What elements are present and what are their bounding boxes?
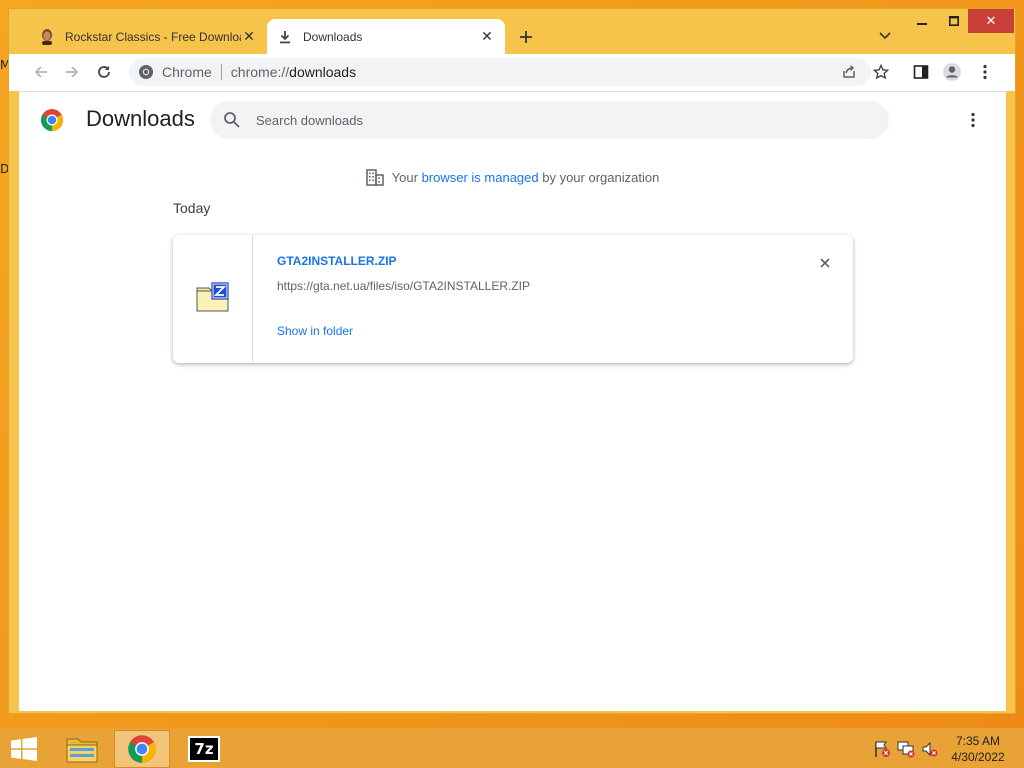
- site-label: Chrome: [162, 64, 212, 80]
- minimize-icon[interactable]: [906, 9, 938, 33]
- clock-date: 4/30/2022: [951, 750, 1005, 764]
- search-input[interactable]: [256, 112, 856, 128]
- close-icon[interactable]: ✕: [968, 9, 1014, 33]
- browser-managed-link[interactable]: browser is managed: [422, 170, 539, 185]
- chrome-logo-icon: [40, 108, 64, 132]
- address-bar[interactable]: Chrome chrome://downloads: [129, 58, 871, 86]
- browser-toolbar: Chrome chrome://downloads: [9, 54, 1015, 91]
- system-clock[interactable]: 7:35 AM 4/30/2022: [948, 733, 1008, 765]
- browser-menu-icon[interactable]: [973, 60, 997, 84]
- managed-text-suffix: by your organization: [538, 169, 660, 185]
- network-icon[interactable]: [897, 740, 917, 758]
- downloads-page: Downloads Your browser is managed by you…: [19, 91, 1006, 711]
- taskbar: 7z 7:35 AM 4/30/2022: [0, 728, 1024, 768]
- forward-arrow-icon[interactable]: [60, 60, 84, 84]
- file-explorer-taskbar-icon[interactable]: [54, 730, 110, 768]
- remove-download-close-icon[interactable]: [815, 253, 835, 273]
- 7zip-taskbar-icon[interactable]: 7z: [176, 730, 232, 768]
- side-panel-icon[interactable]: [909, 60, 933, 84]
- maximize-icon[interactable]: [938, 9, 970, 33]
- action-center-flag-icon[interactable]: [873, 740, 893, 758]
- reload-icon[interactable]: [92, 60, 116, 84]
- search-icon: [223, 111, 241, 129]
- chrome-site-icon: [138, 64, 154, 80]
- share-icon[interactable]: [837, 60, 861, 84]
- download-icon: [277, 29, 293, 45]
- tab-title: Downloads: [303, 29, 363, 44]
- managed-notice: Your browser is managed by your organiza…: [19, 168, 1006, 186]
- 7zip-label: 7z: [194, 740, 214, 758]
- download-item-card: GTA2INSTALLER.ZIP https://gta.net.ua/fil…: [173, 235, 853, 363]
- tab-downloads[interactable]: Downloads ✕: [267, 19, 505, 54]
- download-filename-link[interactable]: GTA2INSTALLER.ZIP: [277, 254, 397, 268]
- url-host: downloads: [289, 64, 357, 80]
- building-icon: [365, 168, 384, 186]
- url-text: chrome://downloads: [231, 64, 356, 80]
- tab-close-icon[interactable]: ✕: [479, 28, 495, 45]
- tab-title: Rockstar Classics - Free Downloa: [65, 29, 241, 44]
- omnibox-divider: [220, 64, 222, 80]
- chevron-down-icon[interactable]: [877, 27, 893, 43]
- tab-close-icon[interactable]: ✕: [241, 28, 257, 45]
- title-bar: Rockstar Classics - Free Downloa ✕ Downl…: [9, 9, 1015, 54]
- file-icon-column: [173, 235, 253, 363]
- profile-avatar-icon[interactable]: [940, 60, 964, 84]
- zip-file-icon: [196, 281, 230, 317]
- show-in-folder-link[interactable]: Show in folder: [277, 324, 353, 338]
- url-scheme: chrome://: [230, 64, 290, 80]
- download-source-url[interactable]: https://gta.net.ua/files/iso/GTA2INSTALL…: [277, 279, 530, 293]
- tab-rockstar-classics[interactable]: Rockstar Classics - Free Downloa ✕: [29, 19, 267, 54]
- page-header: Downloads: [19, 92, 1006, 148]
- clock-time: 7:35 AM: [955, 734, 1001, 748]
- windows-start-icon[interactable]: [8, 736, 40, 762]
- back-arrow-icon[interactable]: [29, 60, 53, 84]
- person-favicon-icon: [39, 28, 55, 45]
- volume-muted-icon[interactable]: [921, 740, 941, 758]
- new-tab-button[interactable]: [514, 25, 538, 49]
- star-bookmark-icon[interactable]: [869, 60, 893, 84]
- chrome-taskbar-icon[interactable]: [114, 730, 170, 768]
- search-bar[interactable]: [210, 101, 889, 139]
- browser-window: Rockstar Classics - Free Downloa ✕ Downl…: [8, 8, 1016, 714]
- managed-text-prefix: Your: [391, 169, 422, 185]
- page-title: Downloads: [86, 106, 195, 131]
- page-menu-icon[interactable]: [963, 110, 983, 130]
- date-header: Today: [173, 200, 211, 216]
